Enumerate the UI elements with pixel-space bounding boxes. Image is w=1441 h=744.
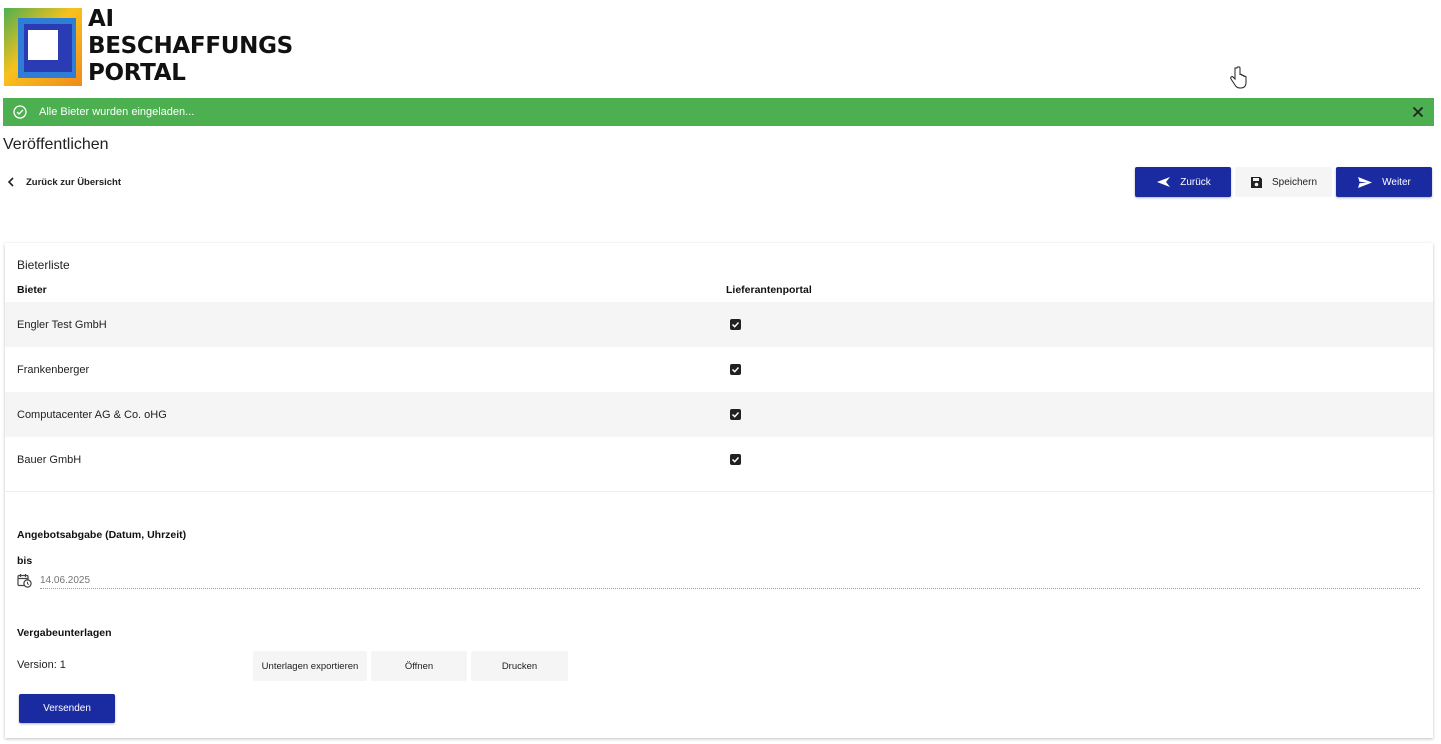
- logo-line-1: AI: [88, 6, 114, 32]
- bidder-name: Engler Test GmbH: [17, 318, 107, 331]
- table-row: Bauer GmbH: [5, 437, 1433, 482]
- deadline-date-input[interactable]: [40, 573, 1420, 589]
- offer-deadline-heading: Angebotsabgabe (Datum, Uhrzeit): [17, 529, 187, 541]
- bidder-list-title: Bieterliste: [17, 258, 70, 272]
- bidder-name: Bauer GmbH: [17, 453, 82, 466]
- table-row: Computacenter AG & Co. oHG: [5, 392, 1433, 437]
- alert-message: Alle Bieter wurden eingeladen...: [39, 106, 195, 118]
- checkmark-icon: [731, 411, 740, 418]
- table-row: Engler Test GmbH: [5, 302, 1433, 347]
- hand-cursor-icon: [1230, 66, 1247, 89]
- portal-checkbox[interactable]: [730, 409, 741, 420]
- chevron-left-icon: [7, 177, 14, 187]
- save-button-label: Speichern: [1271, 176, 1318, 188]
- close-icon[interactable]: [1410, 104, 1426, 120]
- open-documents-button[interactable]: Öffnen: [371, 651, 467, 681]
- back-to-overview-link[interactable]: Zurück zur Übersicht: [6, 176, 121, 188]
- checkmark-icon: [731, 321, 740, 328]
- bidder-name: Computacenter AG & Co. oHG: [17, 408, 167, 421]
- checkmark-icon: [731, 456, 740, 463]
- next-button-label: Weiter: [1382, 176, 1411, 188]
- success-alert: Alle Bieter wurden eingeladen...: [3, 98, 1434, 126]
- deadline-date-field: [17, 573, 1421, 589]
- portal-checkbox[interactable]: [730, 319, 741, 330]
- portal-checkbox[interactable]: [730, 364, 741, 375]
- portal-checkbox[interactable]: [730, 454, 741, 465]
- logo-line-2: BESCHAFFUNGS: [88, 33, 293, 59]
- page-title: Veröffentlichen: [3, 136, 109, 153]
- save-button[interactable]: Speichern: [1235, 167, 1332, 197]
- bidder-card: Bieterliste Bieter Lieferantenportal Eng…: [5, 243, 1433, 738]
- until-label: bis: [17, 555, 33, 567]
- send-icon: [1358, 176, 1373, 188]
- send-button[interactable]: Versenden: [19, 694, 115, 723]
- tender-documents-heading: Vergabeunterlagen: [17, 627, 112, 639]
- back-button-label: Zurück: [1180, 176, 1211, 188]
- export-documents-button[interactable]: Unterlagen exportieren: [253, 651, 367, 681]
- column-header-bidder: Bieter: [17, 284, 47, 296]
- calendar-clock-icon[interactable]: [17, 573, 32, 588]
- next-button[interactable]: Weiter: [1336, 167, 1432, 197]
- check-circle-icon: [13, 105, 27, 119]
- column-header-supplier-portal: Lieferantenportal: [726, 284, 812, 296]
- arrow-left-icon: [1157, 177, 1171, 187]
- back-link-label: Zurück zur Übersicht: [26, 176, 122, 188]
- logo-line-3: PORTAL: [88, 60, 186, 86]
- back-button[interactable]: Zurück: [1135, 167, 1231, 197]
- floppy-disk-icon: [1250, 176, 1262, 188]
- table-row: Frankenberger: [5, 347, 1433, 392]
- app-logo: AI BESCHAFFUNGS PORTAL: [4, 6, 294, 88]
- checkmark-icon: [731, 366, 740, 373]
- logo-text: AI BESCHAFFUNGS PORTAL: [88, 6, 293, 87]
- print-documents-button[interactable]: Drucken: [471, 651, 568, 681]
- section-divider: [5, 491, 1433, 492]
- bidder-name: Frankenberger: [17, 363, 90, 376]
- logo-icon: [4, 8, 82, 86]
- document-version: Version: 1: [17, 659, 66, 671]
